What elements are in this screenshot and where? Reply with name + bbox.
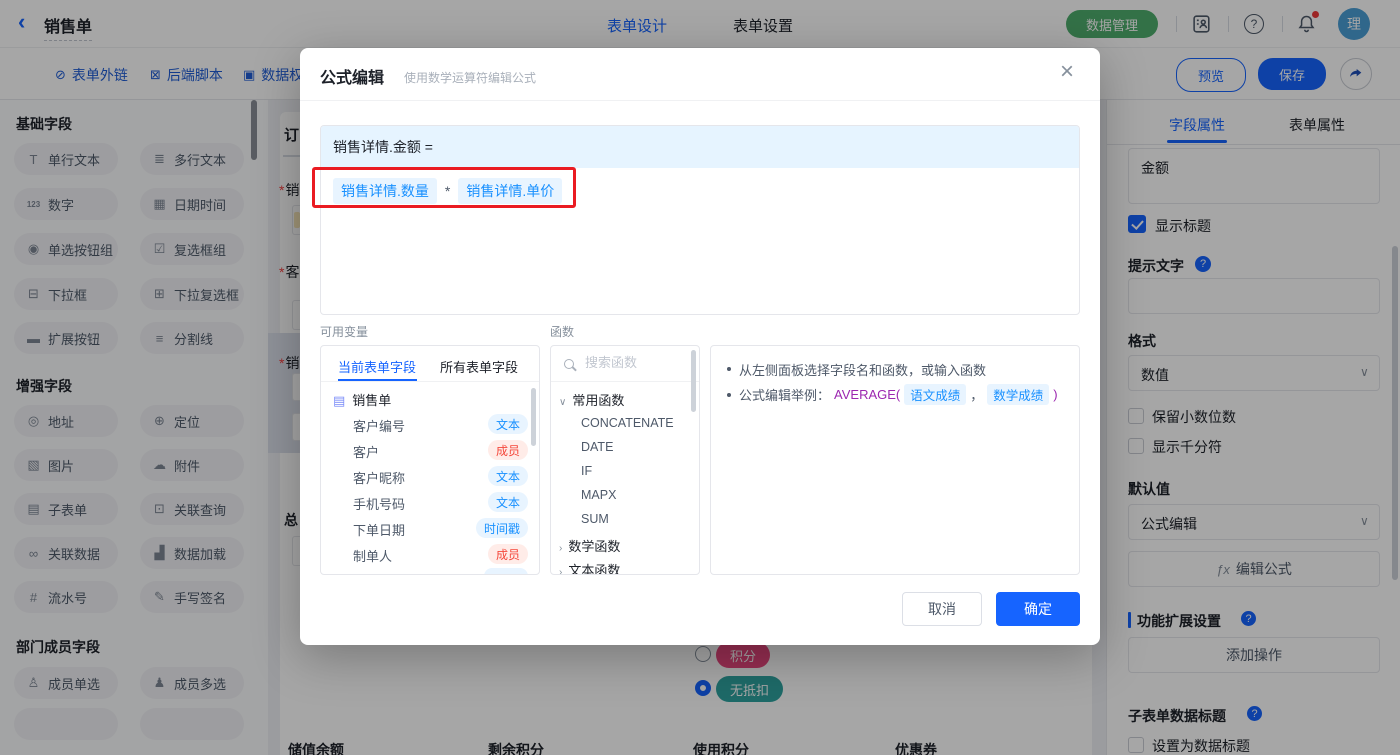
group-label: 常用函数 — [572, 393, 625, 408]
variable-order-maker[interactable]: 制单人 — [353, 546, 392, 565]
tip-example-comma: ， — [970, 388, 984, 403]
variable-customer-id[interactable]: 客户编号 — [353, 416, 405, 435]
app-window: ‹ 销售单 表单设计 表单设置 数据管理 ? 理 ⊘ 表单外链 ⊠ 后端脚本 ▣… — [0, 0, 1400, 755]
dialog-subtitle: 使用数学运算符编辑公式 — [404, 71, 537, 85]
badge-member: 成员 — [487, 440, 528, 460]
badge-text: 文本 — [487, 492, 528, 512]
tip-line-2: 公式编辑举例： AVERAGE( 语文成绩， 数学成绩) — [739, 384, 1058, 405]
formula-edit-dialog: 公式编辑 使用数学运算符编辑公式 × 销售详情.金额 = 销售详情.数量 * 销… — [300, 48, 1100, 645]
tip-example-arg2-chip: 数学成绩 — [987, 384, 1050, 405]
tab-all-form-fields[interactable]: 所有表单字段 — [440, 357, 518, 376]
variable-customer[interactable]: 客户 — [353, 442, 379, 461]
function-mapx[interactable]: MAPX — [581, 488, 616, 502]
chevron-down-icon: ∨ — [559, 397, 567, 408]
function-if[interactable]: IF — [581, 464, 592, 478]
function-group-common[interactable]: ∨ 常用函数 — [559, 390, 624, 409]
tip-example-arg1-chip: 语文成绩 — [904, 384, 967, 405]
chevron-right-icon: › — [559, 543, 563, 554]
variable-order-date[interactable]: 下单日期 — [353, 520, 405, 539]
variable-customer-nickname[interactable]: 客户昵称 — [353, 468, 405, 487]
badge-partial — [484, 568, 528, 574]
divider — [300, 100, 1100, 101]
close-icon[interactable]: × — [1060, 60, 1074, 84]
confirm-button[interactable]: 确定 — [996, 592, 1080, 626]
function-date[interactable]: DATE — [581, 440, 613, 454]
search-icon — [564, 359, 574, 369]
variable-phone-number[interactable]: 手机号码 — [353, 494, 405, 513]
function-concatenate[interactable]: CONCATENATE — [581, 416, 674, 430]
group-label: 文本函数 — [568, 563, 621, 575]
formula-tips-panel: 从左侧面板选择字段名和函数，或输入函数 公式编辑举例： AVERAGE( 语文成绩… — [710, 345, 1080, 575]
annotation-highlight-box — [312, 167, 576, 208]
tip-example-close-paren: ) — [1053, 387, 1058, 402]
function-group-math[interactable]: › 数学函数 — [559, 536, 620, 555]
bullet-dot — [727, 393, 731, 397]
badge-member: 成员 — [487, 544, 528, 564]
chevron-right-icon: › — [559, 567, 563, 575]
function-sum[interactable]: SUM — [581, 512, 609, 526]
function-search-input[interactable] — [583, 354, 692, 371]
cancel-button[interactable]: 取消 — [902, 592, 982, 626]
divider — [321, 381, 539, 382]
tree-root-label: 销售单 — [352, 393, 392, 408]
tab-current-form-fields[interactable]: 当前表单字段 — [338, 357, 416, 376]
formula-editor[interactable]: 销售详情.金额 = 销售详情.数量 * 销售详情.单价 — [320, 125, 1080, 315]
functions-panel: ∨ 常用函数 CONCATENATE DATE IF MAPX SUM › 数学函数… — [550, 345, 700, 575]
variables-scrollbar[interactable] — [531, 388, 536, 446]
variables-panel: 当前表单字段 所有表单字段 ▤ 销售单 客户编号 文本 客户 成员 客户昵称 文本… — [320, 345, 540, 575]
tip-example-prefix: 公式编辑举例： — [739, 388, 831, 403]
variables-panel-label: 可用变量 — [320, 325, 369, 339]
badge-text: 文本 — [487, 414, 528, 434]
badge-timestamp: 时间戳 — [475, 518, 528, 538]
formula-target: 销售详情.金额 = — [321, 126, 1079, 168]
tip-line-1: 从左侧面板选择字段名和函数，或输入函数 — [739, 363, 987, 378]
functions-scrollbar[interactable] — [691, 350, 696, 412]
function-group-text[interactable]: › 文本函数 — [559, 560, 621, 575]
divider — [551, 381, 699, 382]
dialog-title: 公式编辑 — [320, 70, 385, 87]
badge-text: 文本 — [487, 466, 528, 486]
group-label: 数学函数 — [568, 539, 621, 554]
functions-panel-label: 函数 — [550, 325, 575, 339]
form-doc-icon: ▤ — [333, 393, 346, 408]
tree-node-sales-order[interactable]: ▤ 销售单 — [333, 390, 391, 409]
bullet-dot — [727, 367, 731, 371]
tip-example-function: AVERAGE( — [834, 387, 901, 402]
